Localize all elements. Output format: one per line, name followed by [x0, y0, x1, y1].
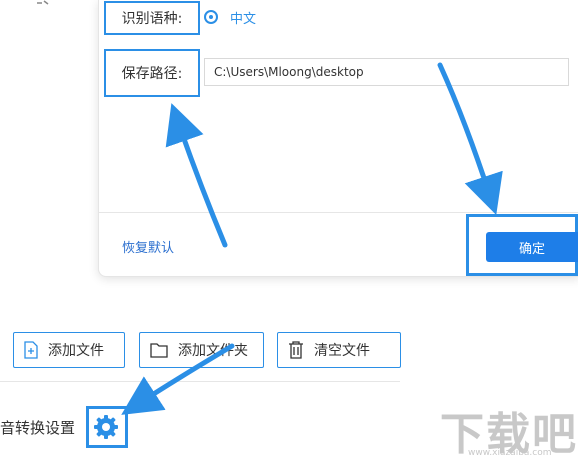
clear-files-button[interactable]: 清空文件	[277, 332, 401, 368]
section-divider	[0, 381, 400, 382]
trash-icon	[288, 341, 304, 359]
watermark-url: www.xiazaiba.com	[468, 448, 552, 458]
add-folder-label: 添加文件夹	[178, 343, 248, 359]
conversion-settings-label: 音转换设置	[0, 419, 76, 437]
cropped-text-fragment	[36, 0, 50, 5]
dialog-footer-divider	[99, 212, 578, 213]
save-path-input[interactable]	[204, 58, 569, 86]
add-folder-button[interactable]: 添加文件夹	[139, 332, 264, 368]
language-label: 识别语种:	[104, 1, 200, 35]
add-file-icon	[24, 341, 38, 359]
clear-files-label: 清空文件	[314, 343, 370, 359]
language-radio-chinese[interactable]	[204, 10, 218, 24]
save-path-label: 保存路径:	[104, 49, 200, 97]
add-file-button[interactable]: 添加文件	[13, 332, 125, 368]
restore-default-link[interactable]: 恢复默认	[122, 237, 174, 256]
folder-icon	[150, 342, 168, 358]
add-file-label: 添加文件	[48, 343, 104, 359]
ok-button[interactable]: 确定	[486, 232, 578, 262]
language-option-label[interactable]: 中文	[230, 8, 256, 27]
gear-icon[interactable]	[93, 414, 119, 440]
